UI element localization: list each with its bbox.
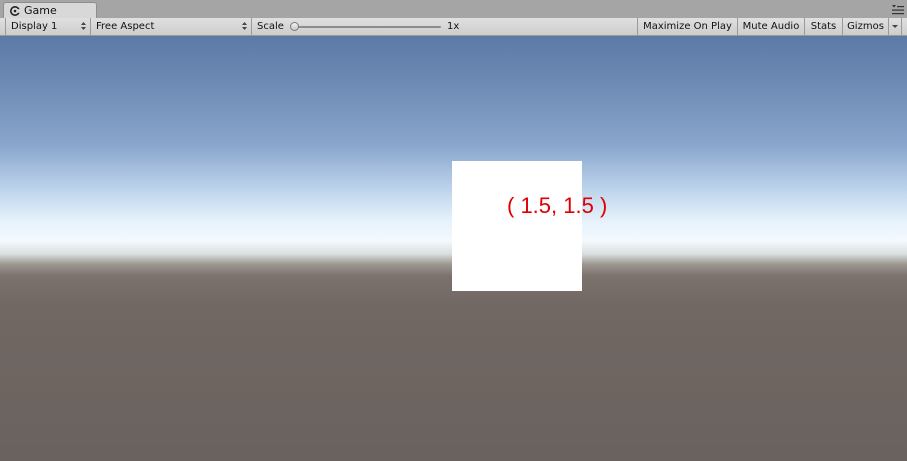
display-dropdown-label: Display 1 [11,21,58,32]
display-dropdown[interactable]: Display 1 [5,18,91,35]
gizmos-button[interactable]: Gizmos [842,18,888,35]
scale-label: Scale [257,21,284,32]
game-toolbar: Display 1 Free Aspect Scale 1x Maximize … [0,18,907,36]
maximize-on-play-label: Maximize On Play [643,21,732,32]
tab-game[interactable]: Game [3,2,97,18]
gizmos-dropdown-button[interactable] [888,18,902,35]
game-controller-icon [10,6,20,16]
tab-title: Game [24,4,57,17]
mute-audio-button[interactable]: Mute Audio [737,18,804,35]
scale-value: 1x [447,21,460,32]
stats-label: Stats [810,21,837,32]
aspect-dropdown[interactable]: Free Aspect [91,18,252,35]
panel-menu-icon[interactable] [892,5,904,15]
aspect-dropdown-label: Free Aspect [96,21,155,32]
chevron-down-icon [892,25,898,28]
scale-slider-track[interactable] [295,26,441,28]
white-cube [452,161,582,291]
dropdown-arrows-icon [242,22,247,30]
tab-strip: Game [0,0,907,19]
stats-button[interactable]: Stats [804,18,842,35]
game-viewport[interactable]: ( 1.5, 1.5 ) [0,36,907,461]
dropdown-arrows-icon [81,22,86,30]
mute-audio-label: Mute Audio [742,21,800,32]
game-window: Game Display 1 Free Aspect Scale 1x Maxi… [0,0,907,461]
gizmos-label: Gizmos [847,21,884,32]
scale-slider-thumb[interactable] [290,22,299,31]
coordinate-label: ( 1.5, 1.5 ) [507,193,608,218]
maximize-on-play-button[interactable]: Maximize On Play [637,18,737,35]
